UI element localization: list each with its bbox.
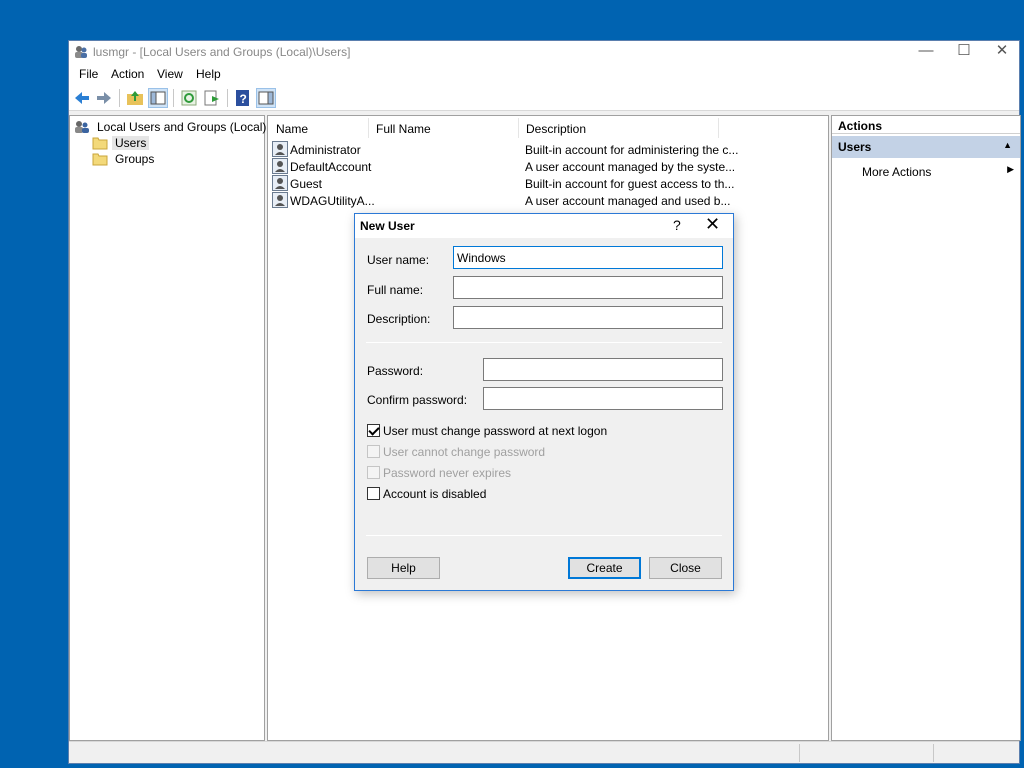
full-name-field[interactable] — [453, 276, 723, 299]
user-icon — [272, 192, 288, 208]
column-separator[interactable] — [518, 118, 519, 138]
up-folder-icon[interactable] — [125, 88, 145, 108]
forward-arrow-icon[interactable] — [94, 88, 114, 108]
must-change-password-checkbox[interactable]: User must change password at next logon — [367, 423, 607, 439]
menu-action[interactable]: Action — [111, 67, 144, 81]
submenu-arrow-icon[interactable]: ▶ — [1007, 164, 1014, 175]
menu-help[interactable]: Help — [196, 67, 221, 81]
description-field[interactable] — [453, 306, 723, 329]
user-name: DefaultAccount — [290, 160, 372, 174]
console-tree: Local Users and Groups (Local) Users Gro… — [69, 115, 266, 741]
folder-icon — [92, 153, 108, 166]
dialog-close-icon[interactable]: ✕ — [705, 214, 720, 235]
more-actions-item[interactable]: More Actions — [862, 165, 931, 179]
checkbox-label: User cannot change password — [383, 444, 546, 459]
folder-icon — [92, 137, 108, 150]
menu-file[interactable]: File — [79, 67, 98, 81]
checkbox-box[interactable] — [367, 445, 380, 459]
user-name: Administrator — [290, 143, 361, 157]
status-bar — [69, 741, 1019, 763]
dialog-divider — [366, 535, 722, 536]
tree-root-label: Local Users and Groups (Local) — [97, 119, 267, 134]
tree-item-users-label: Users — [112, 135, 150, 150]
show-action-pane-icon[interactable] — [256, 88, 276, 108]
user-description: A user account managed and used b... — [525, 194, 731, 208]
column-header-full-name[interactable]: Full Name — [376, 122, 431, 136]
dialog-divider — [366, 342, 722, 343]
checkbox-label: Account is disabled — [383, 486, 487, 501]
title-bar[interactable]: lusmgr - [Local Users and Groups (Local)… — [69, 41, 1019, 63]
actions-section-users[interactable]: Users ▲ — [832, 136, 1020, 158]
password-label: Password: — [367, 364, 424, 378]
dialog-help-button[interactable]: ? — [673, 217, 681, 233]
status-separator — [933, 744, 934, 762]
close-button[interactable]: Close — [649, 557, 722, 579]
user-name-field[interactable] — [453, 246, 723, 269]
minimize-button[interactable]: — — [907, 41, 945, 63]
back-arrow-icon[interactable] — [72, 88, 92, 108]
confirm-password-field[interactable] — [483, 387, 723, 410]
collapse-up-icon[interactable]: ▲ — [1003, 140, 1012, 150]
password-field[interactable] — [483, 358, 723, 381]
dialog-title: New User — [360, 219, 415, 233]
table-row[interactable]: WDAGUtilityA... A user account managed a… — [272, 192, 730, 209]
table-row[interactable]: DefaultAccount A user account managed by… — [272, 158, 735, 175]
checkbox-box[interactable] — [367, 466, 380, 480]
create-button[interactable]: Create — [568, 557, 641, 579]
user-icon — [272, 158, 288, 174]
export-list-icon[interactable] — [202, 88, 222, 108]
tree-item-users[interactable]: Users — [92, 134, 150, 150]
status-separator — [799, 744, 800, 762]
account-disabled-checkbox[interactable]: Account is disabled — [367, 486, 486, 502]
tree-item-groups[interactable]: Groups — [92, 150, 157, 166]
actions-section-label: Users — [838, 140, 872, 154]
user-name: WDAGUtilityA... — [290, 194, 375, 208]
user-name: Guest — [290, 177, 323, 191]
password-never-expires-checkbox[interactable]: Password never expires — [367, 465, 511, 481]
help-button[interactable]: Help — [367, 557, 440, 579]
checkbox-box[interactable] — [367, 487, 380, 501]
actions-header: Actions — [832, 116, 1020, 134]
table-row[interactable]: Guest Built-in account for guest access … — [272, 175, 734, 192]
confirm-password-label: Confirm password: — [367, 393, 468, 407]
checkbox-box[interactable] — [367, 424, 380, 438]
close-window-button[interactable]: ✕ — [983, 41, 1021, 63]
column-separator[interactable] — [368, 118, 369, 138]
full-name-label: Full name: — [367, 283, 424, 297]
toolbar-separator — [119, 89, 120, 107]
column-separator[interactable] — [718, 118, 719, 138]
user-description: A user account managed by the syste... — [525, 160, 736, 174]
cannot-change-password-checkbox[interactable]: User cannot change password — [367, 444, 545, 460]
dialog-title-bar[interactable]: New User ? ✕ — [355, 214, 733, 238]
show-hide-tree-icon[interactable] — [148, 88, 168, 108]
help-icon[interactable]: ? — [233, 88, 253, 108]
refresh-icon[interactable] — [179, 88, 199, 108]
toolbar-separator — [173, 89, 174, 107]
menu-bar: File Action View Help — [69, 63, 1019, 85]
toolbar-separator — [227, 89, 228, 107]
toolbar: ? — [69, 85, 1019, 111]
menu-view[interactable]: View — [157, 67, 183, 81]
user-icon — [272, 175, 288, 191]
new-user-dialog: New User ? ✕ User name: Full name: Descr… — [354, 213, 734, 591]
user-description: Built-in account for guest access to th.… — [525, 177, 735, 191]
svg-text:?: ? — [240, 92, 247, 106]
window-title: lusmgr - [Local Users and Groups (Local)… — [93, 45, 351, 59]
column-header-description[interactable]: Description — [526, 122, 586, 136]
tree-root-local-users-groups[interactable]: Local Users and Groups (Local) — [74, 118, 269, 134]
user-name-label: User name: — [367, 253, 430, 267]
users-groups-icon — [75, 120, 89, 133]
checkbox-label: Password never expires — [383, 465, 512, 480]
maximize-button[interactable]: ☐ — [945, 41, 983, 63]
table-row[interactable]: Administrator Built-in account for admin… — [272, 141, 738, 158]
user-icon — [272, 141, 288, 157]
checkbox-label: User must change password at next logon — [383, 423, 608, 438]
users-app-icon — [75, 46, 87, 58]
actions-pane: Actions Users ▲ More Actions ▶ — [831, 115, 1021, 741]
user-description: Built-in account for administering the c… — [525, 143, 739, 157]
column-header-name[interactable]: Name — [276, 122, 308, 136]
description-label: Description: — [367, 312, 431, 326]
tree-item-groups-label: Groups — [115, 151, 155, 166]
